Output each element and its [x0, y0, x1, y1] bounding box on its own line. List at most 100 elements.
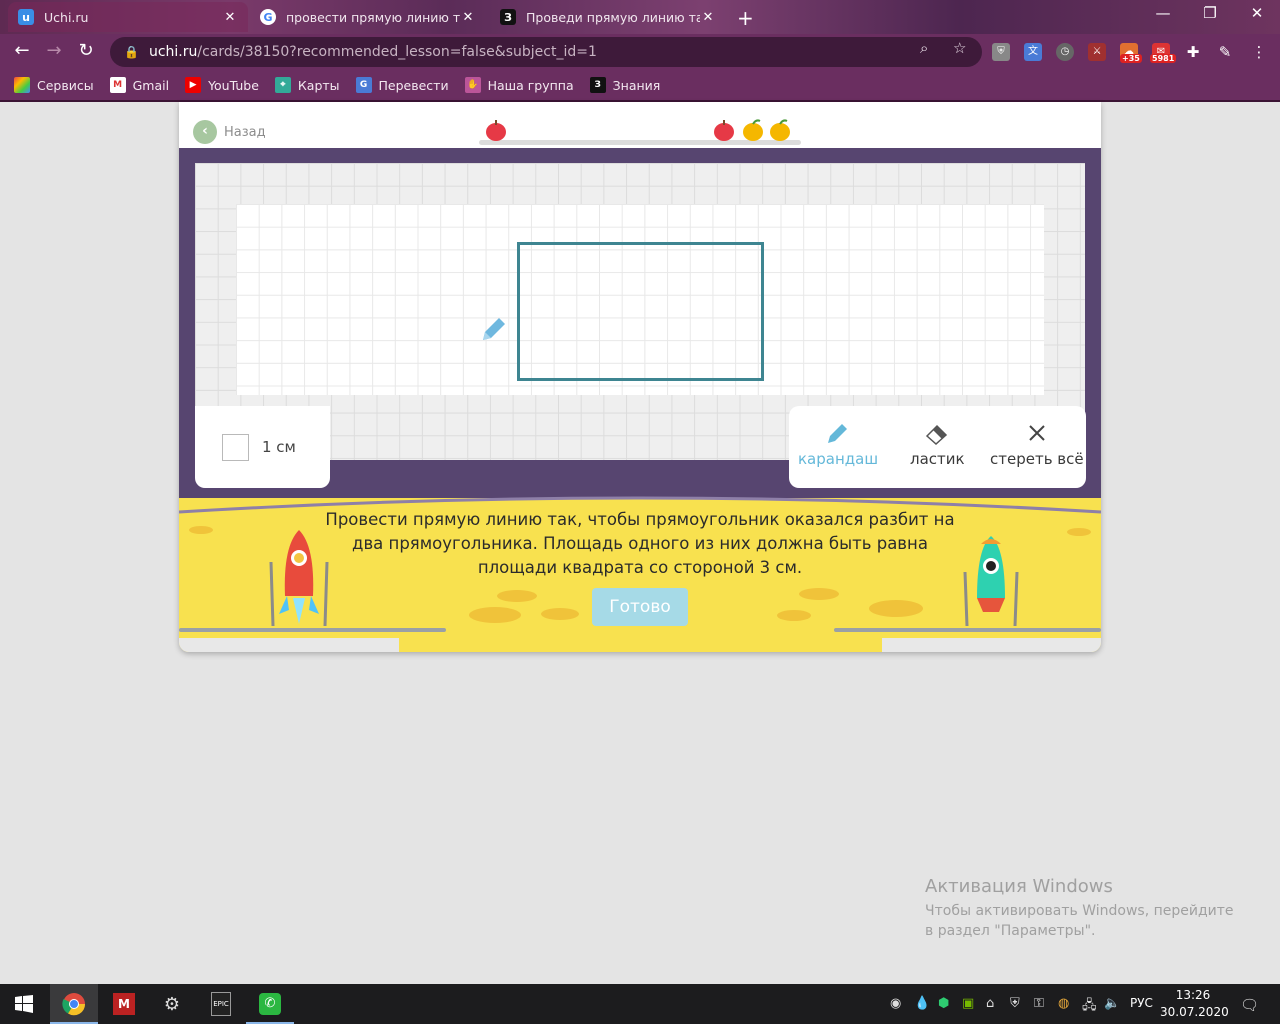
bookmark-znania[interactable]: З Знания [589, 77, 661, 93]
menu-dots-icon[interactable]: ⋮ [1250, 43, 1268, 61]
done-button[interactable]: Готово [592, 588, 688, 626]
lock-tray-icon[interactable]: ⚿ [1034, 996, 1044, 1011]
windows-activation-watermark: Активация Windows Чтобы активировать Win… [925, 876, 1245, 941]
bookmark-label: Сервисы [37, 77, 94, 93]
eraser-icon [924, 416, 950, 450]
shield-extension-icon[interactable]: ⛨ [992, 43, 1010, 61]
drop-tray-icon[interactable]: 💧 [914, 996, 930, 1011]
bookmark-maps[interactable]: ⌖ Карты [274, 77, 340, 93]
chrome-tray-icon[interactable]: ◍ [1058, 996, 1069, 1011]
start-button[interactable] [0, 984, 48, 1024]
url-path: /cards/38150?recommended_lesson=false&su… [197, 44, 597, 60]
google-favicon-icon: G [260, 9, 276, 25]
bookmark-youtube[interactable]: ▶ YouTube [185, 77, 259, 93]
reload-icon[interactable]: ↻ [74, 40, 98, 61]
speed-extension-icon[interactable]: ◷ [1056, 43, 1074, 61]
close-window-button[interactable]: ✕ [1234, 4, 1280, 22]
notifications-icon[interactable]: 🗨 [1240, 996, 1259, 1014]
usb-tray-icon[interactable]: ⌂ [986, 996, 994, 1011]
lesson-card: ‹ Назад 1 см карандаш ластик стереть всё… [179, 102, 1101, 652]
shield-tray-icon[interactable]: ⛨ [1010, 996, 1020, 1011]
taskbar-steam[interactable]: ⚙ [148, 984, 196, 1024]
back-arrow-icon[interactable]: ← [10, 40, 34, 61]
red-apple-icon [486, 120, 506, 141]
crater [869, 600, 923, 617]
taskbar-game-app[interactable]: M [100, 984, 148, 1024]
bookmark-label: Перевести [378, 77, 449, 93]
tab-title: Uchi.ru [44, 9, 89, 25]
new-tab-button[interactable]: + [737, 6, 754, 30]
launch-rail-left [179, 628, 446, 632]
minimize-button[interactable]: — [1140, 4, 1186, 22]
clear-all-button[interactable]: стереть всё [990, 416, 1084, 468]
game-extension-icon[interactable]: ⚔ [1088, 43, 1106, 61]
tools-panel: карандаш ластик стереть всё [789, 406, 1086, 488]
activation-title: Активация Windows [925, 876, 1113, 897]
taskbar-chrome[interactable] [50, 984, 98, 1024]
bookmark-label: Карты [297, 77, 340, 93]
tab-title: Проведи прямую линию так, чт [526, 9, 700, 25]
crater [497, 590, 537, 602]
network-icon[interactable]: 🖧 [1082, 996, 1097, 1018]
taskbar-whatsapp[interactable]: ✆ [246, 984, 294, 1024]
puzzle-extension-icon[interactable]: ✚ [1184, 43, 1202, 61]
crater [469, 607, 521, 623]
tab-uchi[interactable]: u Uchi.ru ✕ [8, 2, 248, 32]
youtube-icon: ▶ [185, 77, 202, 93]
pencil-tool-button[interactable]: карандаш [798, 416, 878, 468]
back-label: Назад [224, 124, 266, 140]
address-bar[interactable]: 🔒 uchi.ru/cards/38150?recommended_lesson… [110, 37, 982, 67]
scale-legend: 1 см [195, 406, 330, 488]
tab-title: провести прямую линию так чт [286, 9, 460, 25]
system-clock[interactable]: 13:26 30.07.2020 [1160, 987, 1229, 1021]
tab-znania[interactable]: З Проведи прямую линию так, чт ✕ [490, 2, 726, 32]
back-button[interactable]: ‹ Назад [193, 120, 266, 144]
restore-button[interactable]: ❐ [1187, 4, 1233, 22]
discord-tray-icon[interactable]: ◉ [890, 996, 901, 1011]
url-host: uchi.ru [148, 44, 198, 60]
close-tab-icon[interactable]: ✕ [222, 10, 238, 25]
whatsapp-icon: ✆ [259, 993, 281, 1015]
windows-logo-icon [15, 995, 33, 1013]
bookmarks-bar: Сервисы M Gmail ▶ YouTube ⌖ Карты G Пере… [0, 70, 1280, 100]
maps-icon: ⌖ [274, 77, 291, 93]
scale-label: 1 см [262, 438, 296, 456]
translate-icon: G [355, 77, 372, 93]
profile-avatar-icon[interactable]: ✎ [1216, 43, 1234, 61]
close-tab-icon[interactable]: ✕ [700, 10, 716, 25]
scale-square [222, 433, 249, 461]
uchi-favicon-icon: u [18, 9, 34, 25]
volume-icon[interactable]: 🔈 [1104, 996, 1120, 1011]
game-app-icon: M [113, 993, 135, 1015]
clock-date: 30.07.2020 [1160, 1005, 1229, 1019]
bookmark-group[interactable]: ✋ Наша группа [464, 77, 574, 93]
tab-google-search[interactable]: G провести прямую линию так чт ✕ [250, 2, 486, 32]
chevron-left-icon: ‹ [193, 120, 217, 144]
forward-arrow-icon[interactable]: → [42, 40, 66, 61]
security-tray-icon[interactable]: ⬢ [938, 996, 949, 1011]
epic-games-icon: EPIC [211, 992, 231, 1016]
crater [799, 588, 839, 600]
weather-badge: +35 [1120, 54, 1142, 63]
bookmark-star-icon[interactable]: ☆ [953, 39, 966, 57]
close-tab-icon[interactable]: ✕ [460, 10, 476, 25]
bookmark-translate[interactable]: G Перевести [355, 77, 449, 93]
translate-extension-icon[interactable]: 文 [1024, 43, 1042, 61]
taskbar-epic-games[interactable]: EPIC [197, 984, 245, 1024]
crater [777, 610, 811, 621]
mail-badge: 5981 [1150, 54, 1177, 63]
pencil-tool-label: карандаш [798, 450, 879, 468]
nvidia-tray-icon[interactable]: ▣ [962, 996, 974, 1011]
eraser-tool-button[interactable]: ластик [910, 416, 965, 468]
zoom-icon[interactable]: ⌕ [920, 39, 928, 57]
bookmark-label: Наша группа [487, 77, 574, 93]
gmail-icon: M [109, 77, 126, 93]
bookmark-gmail[interactable]: M Gmail [109, 77, 169, 93]
chrome-icon [62, 993, 86, 1016]
activation-text: Чтобы активировать Windows, перейдите в … [925, 903, 1234, 939]
input-language[interactable]: РУС [1130, 996, 1153, 1010]
card-footer-center [399, 638, 882, 652]
bookmark-services[interactable]: Сервисы [14, 77, 94, 93]
crater [1067, 528, 1091, 536]
bookmark-label: Знания [612, 77, 661, 93]
